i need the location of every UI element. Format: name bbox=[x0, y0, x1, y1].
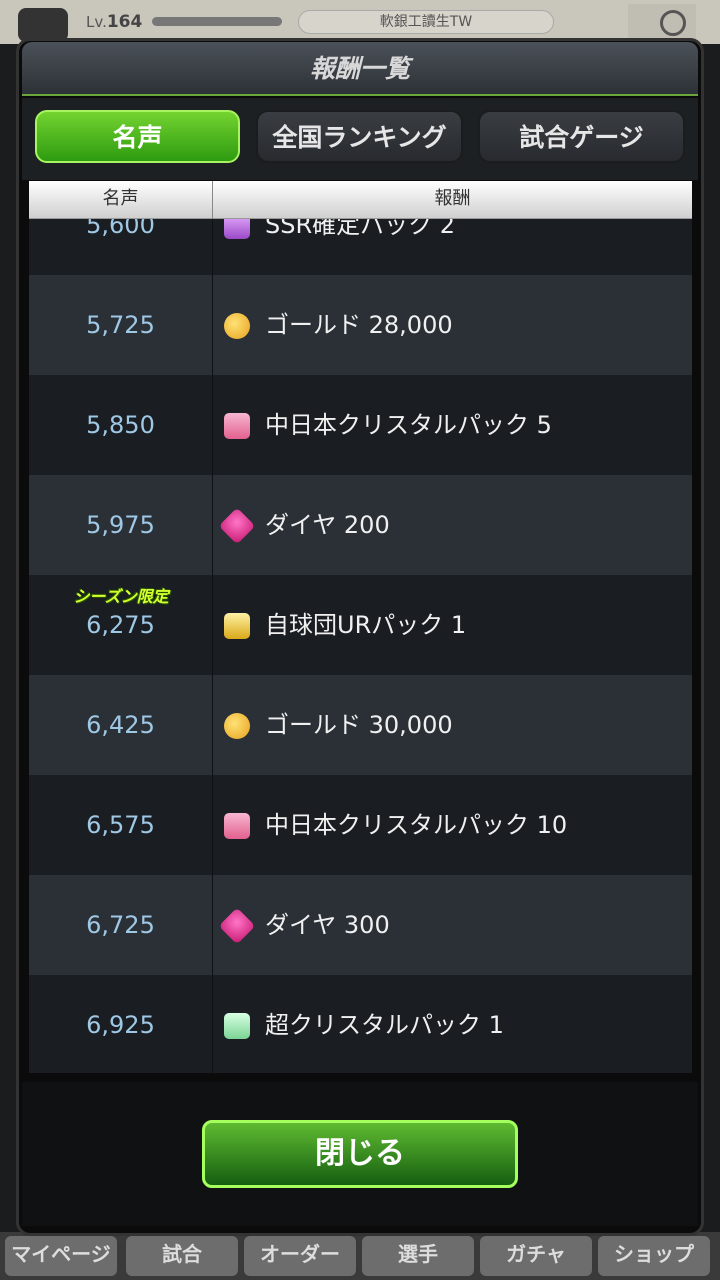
column-header-fame: 名声 bbox=[29, 181, 213, 219]
table-row: 6,425 ゴールド 30,000 bbox=[29, 675, 692, 775]
table-row: 6,925 超クリスタルパック 1 bbox=[29, 975, 692, 1073]
table-row: シーズン限定 6,275 自球団URパック 1 bbox=[29, 575, 692, 675]
diamond-icon bbox=[218, 907, 256, 945]
bottom-tab-gacha[interactable]: ガチャ bbox=[480, 1236, 592, 1276]
column-header-reward: 報酬 bbox=[434, 188, 471, 209]
bottom-tab-order[interactable]: オーダー bbox=[244, 1236, 356, 1276]
fame-value: 6,425 bbox=[29, 675, 213, 775]
game-logo bbox=[18, 8, 68, 42]
tab-fame[interactable]: 名声 bbox=[35, 110, 240, 163]
reward-text: ダイヤ 300 bbox=[265, 911, 390, 939]
crystal-pack-icon bbox=[224, 413, 250, 439]
player-level: Lv.164 bbox=[86, 12, 143, 32]
dialog-title: 報酬一覧 bbox=[22, 42, 698, 96]
magnifier-icon bbox=[660, 10, 686, 36]
table-row: 5,725 ゴールド 28,000 bbox=[29, 275, 692, 375]
gold-icon bbox=[224, 713, 250, 739]
reward-cell: 超クリスタルパック 1 bbox=[213, 975, 692, 1073]
bottom-tab-players[interactable]: 選手 bbox=[362, 1236, 474, 1276]
reward-cell: ダイヤ 200 bbox=[213, 475, 692, 575]
bottom-tab-match[interactable]: 試合 bbox=[126, 1236, 238, 1276]
tab-national-ranking[interactable]: 全国ランキング bbox=[256, 110, 463, 163]
reward-cell: 自球団URパック 1 bbox=[213, 575, 692, 675]
bottom-tab-mypage[interactable]: マイページ bbox=[5, 1236, 117, 1276]
reward-text: ゴールド 30,000 bbox=[265, 711, 453, 739]
reward-cell: 中日本クリスタルパック 5 bbox=[213, 375, 692, 475]
table-row: 6,725 ダイヤ 300 bbox=[29, 875, 692, 975]
reward-table[interactable]: 名声 報酬 5,600 SSR確定パック 2 5,725 ゴールド 28,000… bbox=[29, 181, 692, 1073]
fame-value: 6,575 bbox=[29, 775, 213, 875]
reward-cell: ゴールド 30,000 bbox=[213, 675, 692, 775]
experience-bar bbox=[152, 17, 282, 26]
fame-value: 6,925 bbox=[29, 975, 213, 1073]
diamond-icon bbox=[218, 507, 256, 545]
reward-text: 超クリスタルパック 1 bbox=[265, 1011, 504, 1039]
reward-cell: 中日本クリスタルパック 10 bbox=[213, 775, 692, 875]
reward-text: ゴールド 28,000 bbox=[265, 311, 453, 339]
fame-value: 5,725 bbox=[29, 275, 213, 375]
ur-pack-icon bbox=[224, 613, 250, 639]
reward-text: 中日本クリスタルパック 5 bbox=[265, 411, 552, 439]
reward-cell: ダイヤ 300 bbox=[213, 875, 692, 975]
table-header: 名声 報酬 bbox=[29, 181, 692, 219]
reward-text: ダイヤ 200 bbox=[265, 511, 390, 539]
super-crystal-pack-icon bbox=[224, 1013, 250, 1039]
fame-value: 5,850 bbox=[29, 375, 213, 475]
close-button[interactable]: 閉じる bbox=[202, 1120, 518, 1188]
table-row: 5,850 中日本クリスタルパック 5 bbox=[29, 375, 692, 475]
gold-icon bbox=[224, 313, 250, 339]
player-name: 軟銀工讀生TW bbox=[298, 10, 554, 34]
crystal-pack-icon bbox=[224, 813, 250, 839]
table-row: 5,975 ダイヤ 200 bbox=[29, 475, 692, 575]
bottom-tab-shop[interactable]: ショップ bbox=[598, 1236, 710, 1276]
fame-value: 6,725 bbox=[29, 875, 213, 975]
table-row: 6,575 中日本クリスタルパック 10 bbox=[29, 775, 692, 875]
reward-cell: ゴールド 28,000 bbox=[213, 275, 692, 375]
reward-text: 自球団URパック 1 bbox=[265, 611, 467, 639]
tab-match-gauge[interactable]: 試合ゲージ bbox=[478, 110, 685, 163]
fame-value: 6,275 bbox=[29, 575, 213, 675]
reward-text: 中日本クリスタルパック 10 bbox=[265, 811, 568, 839]
fame-value: 5,975 bbox=[29, 475, 213, 575]
